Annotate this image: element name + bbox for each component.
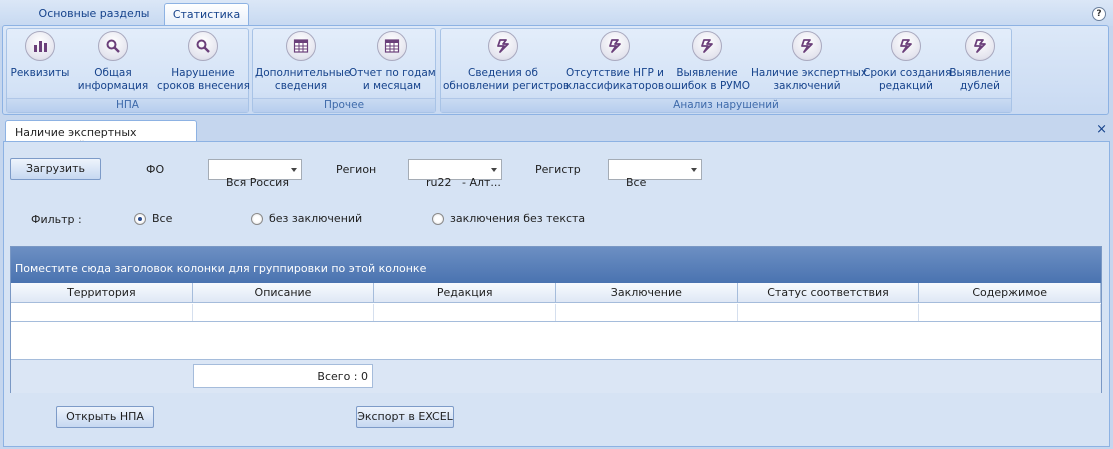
group-caption-other: Прочее [253,98,435,112]
group-caption-npa: НПА [7,98,248,112]
yearly-report-button[interactable]: Отчет по годам и месяцам [349,31,436,93]
lightning-icon [891,31,921,61]
ribbon-group-npa: Реквизиты Общая информация Нарушение сро… [6,28,250,113]
region-label: Регион [336,163,377,176]
missing-ngr-label: Отсутствие НГР и классификаторов [565,67,665,92]
grid-header: Территория Описание Редакция Заключение … [11,283,1102,303]
tab-main-sections[interactable]: Основные разделы [30,3,158,25]
general-info-button[interactable]: Общая информация [77,31,149,93]
radio-dot [134,212,146,225]
filter-label: Фильтр : [31,213,82,226]
deadline-violation-label: Нарушение сроков внесения [157,67,250,92]
filter-no-text-radio[interactable]: заключения без текста [432,212,585,225]
fo-select[interactable]: Вся Россия [208,159,302,189]
chevron-down-icon [691,168,697,172]
additional-info-label: Дополнительные сведения [255,67,351,92]
column-header-edition[interactable]: Редакция [374,283,557,302]
content-panel: Загрузить ФО Вся Россия Регион ru22 - Ал… [3,141,1110,447]
ribbon-group-other: Дополнительные сведения Отчет по годам и… [252,28,436,113]
total-count: Всего : 0 [193,364,373,388]
radio-dot [251,212,263,225]
filter-all-label: Все [152,212,173,225]
table-icon [377,31,407,61]
open-npa-button[interactable]: Открыть НПА [56,406,154,428]
lightning-icon [965,31,995,61]
load-button[interactable]: Загрузить [10,158,101,180]
fo-value: Вся Россия [226,176,289,189]
duplicates-label: Выявление дублей [949,67,1011,92]
ribbon: Реквизиты Общая информация Нарушение сро… [2,25,1109,115]
lightning-icon [792,31,822,61]
magnifier-icon [98,31,128,61]
magnifier-icon [188,31,218,61]
filter-cell[interactable] [556,304,738,321]
registry-value: Все [626,176,647,189]
filter-all-radio[interactable]: Все [134,212,172,225]
requisites-label: Реквизиты [10,67,70,79]
filter-no-conclusions-label: без заключений [269,212,363,225]
top-tab-bar: Основные разделы Статистика ? [0,0,1113,26]
registry-update-button[interactable]: Сведения об обновлении регистров [443,31,570,93]
lightning-icon [692,31,722,61]
chevron-down-icon [291,168,297,172]
expert-conclusions-button[interactable]: Наличие экспертных заключений [751,31,868,93]
edition-deadlines-label: Сроки создания редакций [863,67,952,92]
registry-select[interactable]: Все [608,159,702,189]
yearly-report-label: Отчет по годам и месяцам [349,67,436,92]
tab-expert-conclusions[interactable]: Наличие экспертных заключений [5,120,197,152]
group-by-panel[interactable]: Поместите сюда заголовок колонки для гру… [11,247,1101,283]
rumo-errors-label: Выявление ошибок в РУМО [665,67,751,92]
export-excel-button[interactable]: Экспорт в EXCEL [356,406,454,428]
column-header-conclusion[interactable]: Заключение [556,283,738,302]
filter-cell[interactable] [193,304,375,321]
additional-info-button[interactable]: Дополнительные сведения [255,31,351,93]
lightning-icon [600,31,630,61]
radio-dot [432,212,444,225]
deadline-violation-button[interactable]: Нарушение сроков внесения [157,31,250,93]
bar-chart-icon [25,31,55,61]
edition-deadlines-button[interactable]: Сроки создания редакций [863,31,952,93]
registry-label: Регистр [535,163,581,176]
grid-footer: Всего : 0 [11,359,1101,393]
region-value: ru22 - Алт... [426,176,501,189]
filter-row[interactable] [11,304,1102,322]
missing-ngr-button[interactable]: Отсутствие НГР и классификаторов [565,31,665,93]
registry-update-label: Сведения об обновлении регистров [443,67,570,92]
lightning-icon [488,31,518,61]
duplicates-button[interactable]: Выявление дублей [949,31,1011,93]
filter-no-text-label: заключения без текста [450,212,586,225]
results-grid: Поместите сюда заголовок колонки для гру… [10,246,1102,393]
general-info-label: Общая информация [77,67,149,92]
group-caption-violations: Анализ нарушений [441,98,1011,112]
help-icon[interactable]: ? [1092,7,1106,21]
column-header-description[interactable]: Описание [193,283,375,302]
filter-cell[interactable] [374,304,557,321]
rumo-errors-button[interactable]: Выявление ошибок в РУМО [665,31,751,93]
column-header-status[interactable]: Статус соответствия [738,283,920,302]
filter-cell[interactable] [919,304,1102,321]
requisites-button[interactable]: Реквизиты [9,31,71,80]
close-icon[interactable]: × [1096,122,1107,137]
region-select[interactable]: ru22 - Алт... [408,159,502,189]
filter-cell[interactable] [11,304,193,321]
expert-conclusions-label: Наличие экспертных заключений [751,67,868,92]
column-header-content[interactable]: Содержимое [919,283,1102,302]
filter-cell[interactable] [738,304,920,321]
fo-label: ФО [146,163,165,176]
column-header-territory[interactable]: Территория [11,283,193,302]
tab-statistics[interactable]: Статистика [164,3,249,25]
filter-no-conclusions-radio[interactable]: без заключений [251,212,362,225]
ribbon-group-violations: Сведения об обновлении регистров Отсутст… [440,28,1012,113]
table-icon [286,31,316,61]
chevron-down-icon [491,168,497,172]
